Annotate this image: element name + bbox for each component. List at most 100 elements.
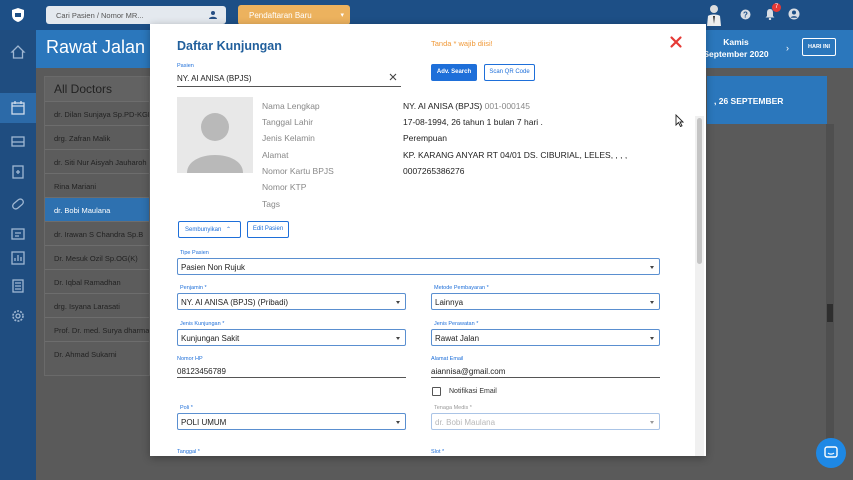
caret-down-icon bbox=[650, 301, 654, 304]
caret-down-icon bbox=[650, 266, 654, 269]
full-name-label: Nama Lengkap bbox=[262, 101, 320, 111]
clinic-label: Poli * bbox=[180, 405, 193, 411]
birth-date-value: 17-08-1994, 26 tahun 1 bulan 7 hari . bbox=[403, 117, 543, 127]
user-icon bbox=[209, 11, 217, 19]
payment-method-value: Lainnya bbox=[435, 298, 464, 307]
gender-label: Jenis Kelamin bbox=[262, 133, 315, 143]
email-label: Alamat Email bbox=[431, 356, 464, 362]
settings-icon[interactable] bbox=[10, 308, 26, 324]
doctor-list-header: All Doctors bbox=[45, 77, 149, 101]
phone-input[interactable]: 08123456789 bbox=[177, 365, 406, 378]
next-date-icon[interactable]: › bbox=[786, 43, 789, 53]
scan-qr-button[interactable]: Scan QR Code bbox=[484, 64, 535, 81]
clinic-select[interactable]: POLI UMUM bbox=[177, 413, 406, 430]
hide-button-label: Sembunyikan bbox=[185, 227, 222, 233]
doctor-item-selected[interactable]: dr. Bobi Maulana bbox=[45, 197, 149, 221]
medical-staff-label: Tenaga Medis * bbox=[434, 405, 472, 411]
hide-button[interactable]: Sembunyikan ⌃ bbox=[178, 221, 241, 238]
caret-down-icon bbox=[650, 421, 654, 424]
svg-text:?: ? bbox=[743, 11, 748, 20]
pill-icon[interactable] bbox=[10, 196, 26, 212]
clear-icon[interactable] bbox=[388, 72, 398, 82]
chevron-down-icon: ▾ bbox=[340, 12, 344, 19]
inventory-icon[interactable] bbox=[10, 278, 26, 294]
medical-staff-value: dr. Bobi Maulana bbox=[435, 418, 496, 427]
app-logo-icon bbox=[12, 8, 24, 22]
tags-label: Tags bbox=[262, 199, 280, 209]
global-search-input[interactable]: Cari Pasien / Nomor MR... bbox=[46, 6, 226, 24]
guarantor-label: Penjamin * bbox=[180, 285, 207, 291]
email-notification-checkbox[interactable] bbox=[432, 387, 441, 396]
new-registration-label: Pendaftaran Baru bbox=[249, 11, 312, 20]
global-search-placeholder: Cari Pasien / Nomor MR... bbox=[56, 11, 144, 20]
home-icon[interactable] bbox=[10, 44, 26, 60]
date-month-year: September 2020 bbox=[703, 49, 769, 59]
sidebar bbox=[0, 30, 36, 480]
patient-type-select[interactable]: Pasien Non Rujuk bbox=[177, 258, 660, 275]
modal-scrollbar-thumb[interactable] bbox=[697, 118, 702, 264]
doctor-item[interactable]: dr. Siti Nur Aisyah Jauharoh bbox=[45, 149, 149, 173]
gender-value: Perempuan bbox=[403, 133, 447, 143]
care-type-label: Jenis Perawatan * bbox=[434, 321, 479, 327]
email-input[interactable]: aiannisa@gmail.com bbox=[431, 365, 660, 378]
medical-record-number: 001-000145 bbox=[484, 101, 530, 111]
ktp-label: Nomor KTP bbox=[262, 182, 307, 192]
care-type-select[interactable]: Rawat Jalan bbox=[431, 329, 660, 346]
payment-method-label: Metode Pembayaran * bbox=[434, 285, 489, 291]
schedule-date: , 26 SEPTEMBER bbox=[714, 96, 784, 106]
page-scrollbar-thumb[interactable] bbox=[827, 304, 833, 322]
patient-type-label: Tipe Pasien bbox=[180, 250, 209, 256]
account-icon[interactable] bbox=[788, 8, 800, 20]
help-icon[interactable]: ? bbox=[740, 9, 751, 20]
adv-search-button[interactable]: Adv. Search bbox=[431, 64, 477, 81]
caret-down-icon bbox=[396, 301, 400, 304]
patient-photo bbox=[177, 97, 253, 173]
visit-type-value: Kunjungan Sakit bbox=[181, 334, 240, 343]
doctor-item[interactable]: drg. Isyana Larasati bbox=[45, 293, 149, 317]
slot-label: Slot * bbox=[431, 449, 445, 455]
doctor-list-panel: All Doctors dr. Dilan Sunjaya Sp.PD-KGH … bbox=[44, 76, 150, 376]
medical-record-icon[interactable] bbox=[10, 164, 26, 180]
page-scrollbar[interactable] bbox=[826, 124, 834, 464]
patient-type-value: Pasien Non Rujuk bbox=[181, 263, 246, 272]
clinic-value: POLI UMUM bbox=[181, 418, 227, 427]
edit-patient-button[interactable]: Edit Pasien bbox=[247, 221, 289, 238]
notification-badge: 7 bbox=[772, 3, 781, 12]
guarantor-value: NY. AI ANISA (BPJS) (Pribadi) bbox=[181, 298, 289, 307]
current-date: Kamis September 2020 bbox=[703, 36, 769, 60]
patient-input[interactable]: NY. AI ANISA (BPJS) bbox=[177, 71, 401, 87]
caret-down-icon bbox=[396, 421, 400, 424]
calendar-icon[interactable] bbox=[10, 100, 26, 116]
modal-scrollbar[interactable] bbox=[695, 116, 704, 456]
chat-button[interactable] bbox=[816, 438, 846, 468]
guarantor-select[interactable]: NY. AI ANISA (BPJS) (Pribadi) bbox=[177, 293, 406, 310]
doctor-item[interactable]: dr. Dilan Sunjaya Sp.PD-KGH bbox=[45, 101, 149, 125]
chevron-up-icon: ⌃ bbox=[226, 227, 232, 233]
patient-field-label: Pasien bbox=[177, 63, 194, 69]
patient-name: NY. AI ANISA (BPJS) bbox=[403, 101, 483, 111]
report-icon[interactable] bbox=[10, 250, 26, 266]
visit-type-select[interactable]: Kunjungan Sakit bbox=[177, 329, 406, 346]
doctor-item[interactable]: Dr. Mesuk Ozil Sp.OG(K) bbox=[45, 245, 149, 269]
date-label: Tanggal * bbox=[177, 449, 200, 455]
cashier-icon[interactable] bbox=[10, 226, 26, 242]
doctor-item[interactable]: Rina Mariani bbox=[45, 173, 149, 197]
doctor-avatar-icon[interactable] bbox=[706, 4, 722, 26]
doctor-item[interactable]: Dr. Ahmad Sukarni bbox=[45, 341, 149, 365]
page-title: Rawat Jalan bbox=[46, 37, 146, 57]
doctor-item[interactable]: drg. Zafran Malik bbox=[45, 125, 149, 149]
doctor-item[interactable]: Prof. Dr. med. Surya dharma bbox=[45, 317, 149, 341]
full-name-value: NY. AI ANISA (BPJS) 001-000145 bbox=[403, 101, 530, 111]
doctor-item[interactable]: Dr. Iqbal Ramadhan bbox=[45, 269, 149, 293]
medical-staff-select[interactable]: dr. Bobi Maulana bbox=[431, 413, 660, 430]
caret-down-icon bbox=[650, 337, 654, 340]
doctor-item[interactable]: dr. Irawan S Chandra Sp.B bbox=[45, 221, 149, 245]
today-button[interactable]: HARI INI bbox=[802, 38, 836, 56]
mouse-cursor-icon bbox=[675, 114, 684, 127]
bed-icon[interactable] bbox=[10, 133, 26, 149]
schedule-header: , 26 SEPTEMBER bbox=[707, 76, 827, 124]
close-icon[interactable] bbox=[669, 35, 683, 49]
visit-type-label: Jenis Kunjungan * bbox=[180, 321, 225, 327]
new-registration-button[interactable]: Pendaftaran Baru ▾ bbox=[238, 5, 350, 25]
payment-method-select[interactable]: Lainnya bbox=[431, 293, 660, 310]
